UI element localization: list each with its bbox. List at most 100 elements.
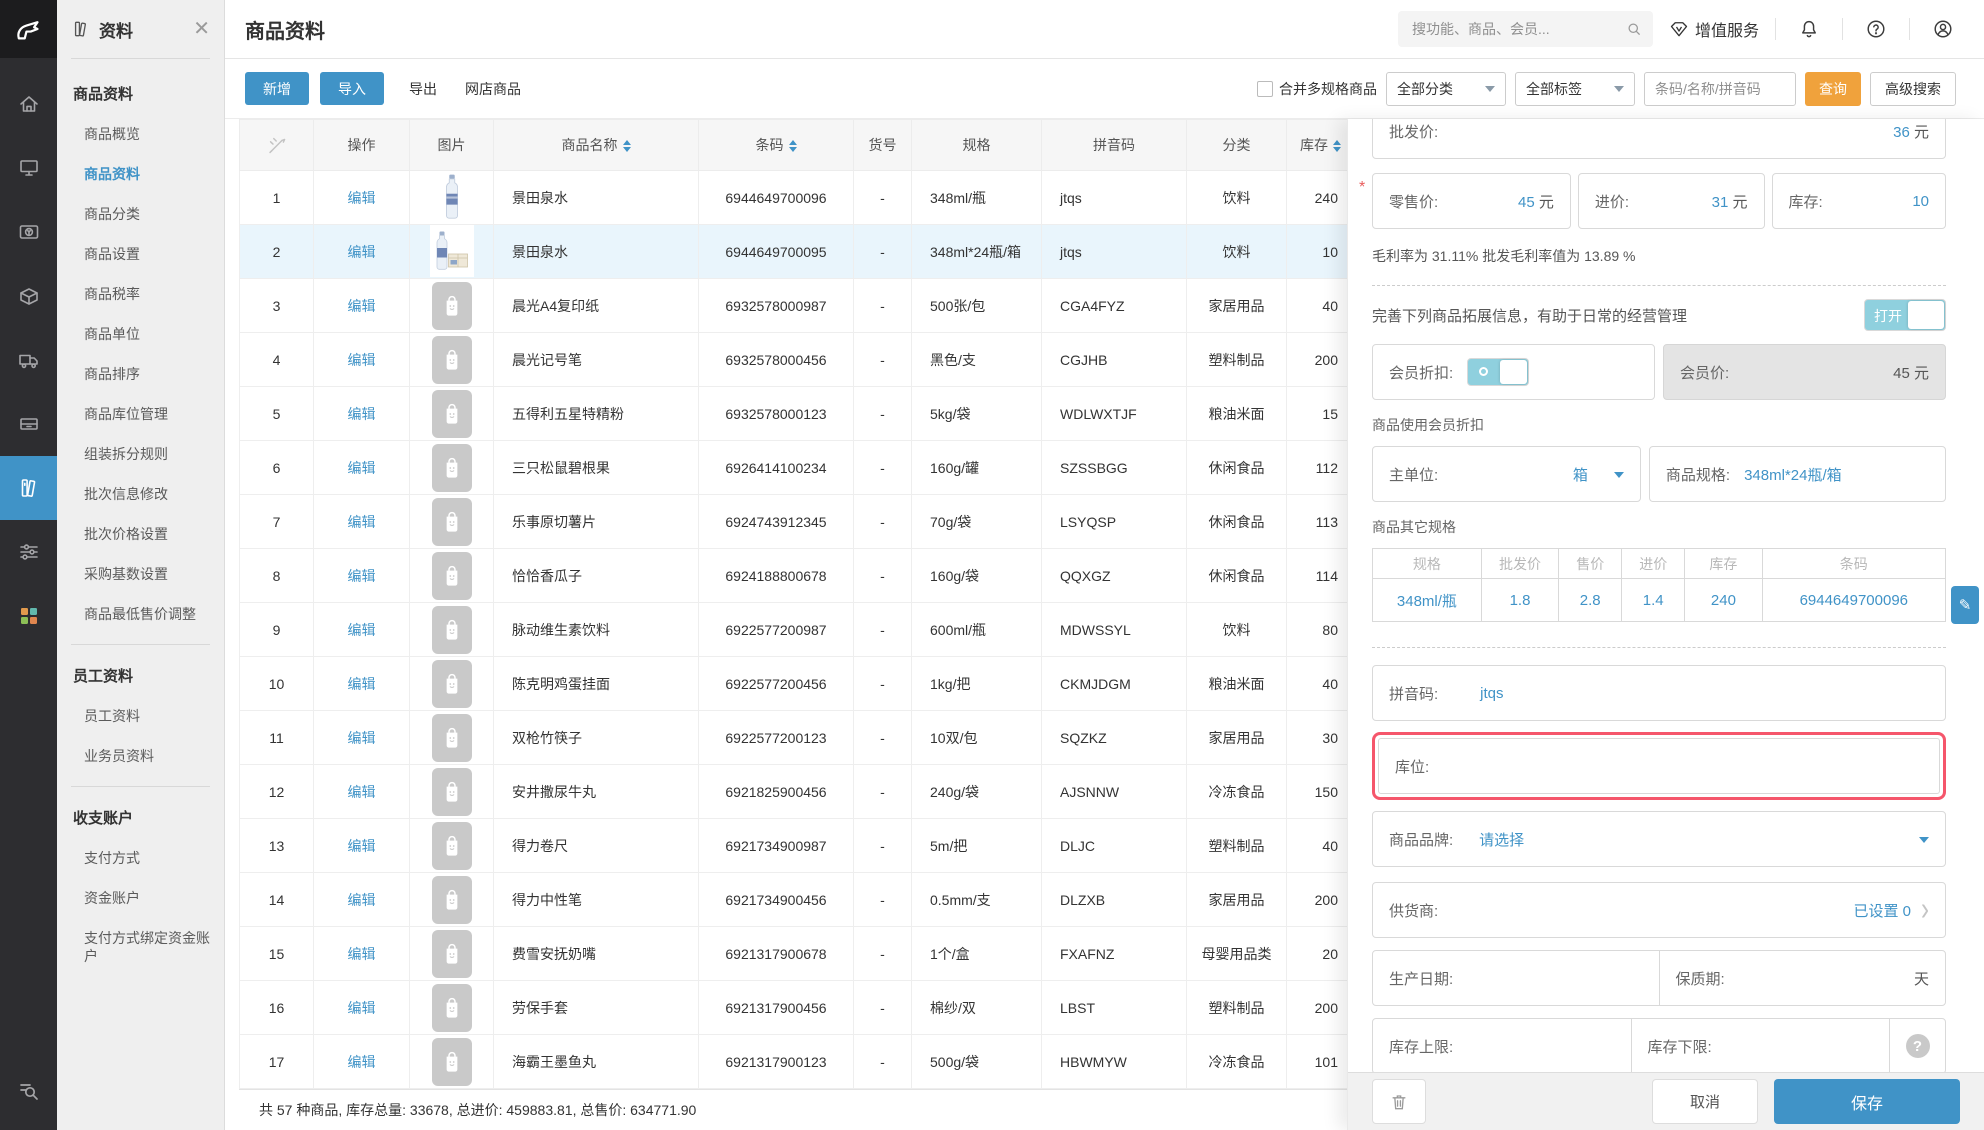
cancel-button[interactable]: 取消 [1652, 1079, 1758, 1124]
spec-cell[interactable]: 2.8 [1558, 578, 1623, 622]
edit-link[interactable]: 编辑 [348, 1000, 376, 1016]
sidebar-item[interactable]: 商品库位管理 [57, 394, 224, 434]
column-header-stock[interactable]: 库存 [1286, 119, 1355, 171]
edit-link[interactable]: 编辑 [348, 244, 376, 260]
sidebar-item[interactable]: 商品概览 [57, 114, 224, 154]
add-button[interactable]: 新增 [245, 72, 309, 105]
table-row[interactable]: 8 编辑 恰恰香瓜子 6924188800678-160g/袋 QQXGZ 休闲食品 114 [239, 548, 1401, 603]
edit-link[interactable]: 编辑 [348, 406, 376, 422]
column-header-barcode[interactable]: 条码 [698, 119, 854, 171]
global-search[interactable] [1397, 11, 1653, 47]
edit-link[interactable]: 编辑 [348, 298, 376, 314]
sidebar-item[interactable]: 商品分类 [57, 194, 224, 234]
apps-icon[interactable] [0, 584, 57, 648]
edit-link[interactable]: 编辑 [348, 676, 376, 692]
sort-icon[interactable] [622, 140, 631, 153]
edit-link[interactable]: 编辑 [348, 190, 376, 206]
spec-cell[interactable]: 240 [1684, 578, 1763, 622]
sidebar-item[interactable]: 采购基数设置 [57, 554, 224, 594]
finance-icon[interactable] [0, 200, 57, 264]
home-icon[interactable] [0, 72, 57, 136]
main-unit-select[interactable]: 主单位: 箱 [1372, 446, 1641, 502]
search-menu-icon[interactable] [0, 1066, 57, 1116]
close-icon[interactable]: ✕ [193, 19, 210, 39]
table-row[interactable]: 4编辑晨光记号笔6932578000456-黑色/支CGJHB塑料制品200E [239, 332, 1401, 387]
edit-link[interactable]: 编辑 [348, 1054, 376, 1070]
inventory-icon[interactable] [0, 264, 57, 328]
sidebar-item[interactable]: 商品设置 [57, 234, 224, 274]
advanced-search-button[interactable]: 高级搜索 [1870, 71, 1956, 106]
online-goods-link[interactable]: 网店商品 [465, 79, 521, 99]
wholesale-price-field[interactable]: 批发价: 36 元 [1372, 119, 1946, 159]
query-button[interactable]: 查询 [1805, 71, 1861, 106]
sidebar-item[interactable]: 支付方式 [57, 838, 224, 878]
sidebar-item[interactable]: 业务员资料 [57, 736, 224, 776]
delete-button[interactable] [1372, 1079, 1426, 1124]
sidebar-item[interactable]: 批次价格设置 [57, 514, 224, 554]
import-button[interactable]: 导入 [320, 72, 384, 105]
stock-field[interactable]: 库存: 10 [1771, 173, 1946, 229]
purchase-price-field[interactable]: 进价: 31 元 [1577, 173, 1765, 229]
spec-cell[interactable]: 1.8 [1480, 578, 1560, 622]
sidebar-item[interactable]: 商品资料 [57, 154, 224, 194]
spec-cell[interactable]: 348ml/瓶 [1372, 578, 1482, 622]
global-search-input[interactable] [1411, 21, 1625, 37]
column-header-name[interactable]: 商品名称 [493, 119, 699, 171]
edit-link[interactable]: 编辑 [348, 730, 376, 746]
sidebar-item[interactable]: 商品单位 [57, 314, 224, 354]
table-row[interactable]: 12 编辑 安井撒尿牛丸 6921825900456-240g/袋 AJSNNW 冷冻食品… [239, 764, 1401, 819]
sidebar-item[interactable]: 商品税率 [57, 274, 224, 314]
shelf-life-field[interactable]: 保质期: 天 [1658, 951, 1946, 1005]
sidebar-item[interactable]: 商品排序 [57, 354, 224, 394]
table-row[interactable]: 15 编辑 费雪安抚奶嘴 6921317900678-1个/盒 FXAFNZ 母婴用品类 2… [239, 926, 1401, 981]
table-row[interactable]: 1 编辑 景田泉水 6944649700096-348ml/瓶 jtqs 饮料 240 [239, 170, 1401, 225]
checkbox-icon[interactable] [1257, 80, 1273, 97]
stock-upper-field[interactable]: 库存上限: [1373, 1019, 1631, 1072]
edit-link[interactable]: 编辑 [348, 460, 376, 476]
edit-link[interactable]: 编辑 [348, 784, 376, 800]
edit-link[interactable]: 编辑 [348, 622, 376, 638]
sort-icon[interactable] [1333, 140, 1341, 153]
settings-icon[interactable] [0, 520, 57, 584]
help-icon[interactable] [1859, 12, 1893, 46]
keyword-input[interactable] [1644, 71, 1796, 106]
sidebar-item[interactable]: 支付方式绑定资金账户 [57, 918, 224, 976]
table-row[interactable]: 10 编辑 陈克明鸡蛋挂面 6922577200456-1kg/把 CKMJDGM 粮油米… [239, 656, 1401, 711]
retail-price-field[interactable]: 零售价: 45 元 [1372, 173, 1571, 229]
spec-cell[interactable]: 1.4 [1621, 578, 1686, 622]
pos-icon[interactable] [0, 136, 57, 200]
notifications-bell-icon[interactable] [1792, 12, 1826, 46]
app-logo[interactable] [0, 0, 57, 58]
expand-toggle[interactable]: 打开 [1864, 299, 1946, 331]
export-link[interactable]: 导出 [409, 79, 437, 99]
edit-link[interactable]: 编辑 [348, 568, 376, 584]
merge-spec-checkbox[interactable]: 合并多规格商品 [1257, 79, 1377, 99]
table-row[interactable]: 13编辑得力卷尺6921734900987-5m/把DLJC塑料制品40E [239, 818, 1401, 873]
edit-spec-button[interactable]: ✎ [1951, 586, 1979, 624]
stock-lower-field[interactable]: 库存下限: [1630, 1019, 1890, 1072]
member-discount-field[interactable]: 会员折扣: [1372, 344, 1655, 400]
cash-drawer-icon[interactable] [0, 392, 57, 456]
sidebar-item[interactable]: 组装拆分规则 [57, 434, 224, 474]
table-row[interactable]: 16编辑劳保手套6921317900456-棉纱/双LBST塑料制品200C [239, 980, 1401, 1035]
stock-limit-help[interactable]: ? [1889, 1019, 1945, 1072]
supplier-field[interactable]: 供货商: 已设置 0 › [1372, 882, 1946, 938]
delivery-icon[interactable] [0, 328, 57, 392]
edit-link[interactable]: 编辑 [348, 892, 376, 908]
brand-select[interactable]: 商品品牌: 请选择 [1372, 811, 1946, 867]
data-icon[interactable] [0, 456, 57, 520]
production-date-field[interactable]: 生产日期: [1373, 951, 1659, 1005]
table-row[interactable]: 11 编辑 双枪竹筷子 6922577200123-10双/包 SQZKZ 家居用品 30 [239, 710, 1401, 765]
table-row[interactable]: 7 编辑 乐事原切薯片 6924743912345-70g/袋 LSYQSP 休闲食品 11… [239, 494, 1401, 549]
location-field[interactable]: 库位: [1378, 738, 1940, 794]
table-row[interactable]: 9 编辑 脉动维生素饮料 6922577200987-600ml/瓶 MDWSSYL 饮料… [239, 602, 1401, 657]
pinyin-field[interactable]: 拼音码: jtqs [1372, 665, 1946, 721]
table-row[interactable]: 2 编辑 景田泉水 6944649700095-348ml*24瓶/箱 jtqs 饮料 10 [239, 224, 1401, 279]
sidebar-item[interactable]: 资金账户 [57, 878, 224, 918]
edit-link[interactable]: 编辑 [348, 946, 376, 962]
sort-icon[interactable] [788, 140, 797, 153]
table-row[interactable]: 5 编辑 五得利五星特精粉 6932578000123-5kg/袋 WDLWXTJF 粮油… [239, 386, 1401, 441]
sidebar-item[interactable]: 员工资料 [57, 696, 224, 736]
table-row[interactable]: 17 编辑 海霸王墨鱼丸 6921317900123-500g/袋 HBWMYW 冷冻食品… [239, 1034, 1401, 1089]
table-row[interactable]: 14 编辑 得力中性笔 6921734900456-0.5mm/支 DLZXB 家居用品 2… [239, 872, 1401, 927]
